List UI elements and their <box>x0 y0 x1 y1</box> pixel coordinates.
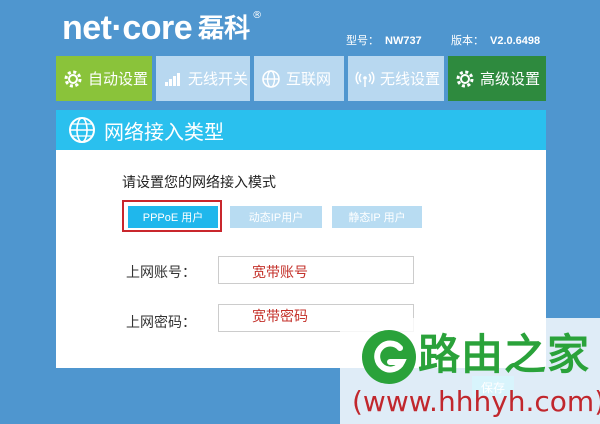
watermark: 路由之家 (www.hhhyh.com) <box>340 318 600 424</box>
brand-logo: net·core 磊科 ® <box>62 6 262 46</box>
dynamic-ip-mode-button[interactable]: 动态IP用户 <box>230 206 322 228</box>
static-ip-mode-button[interactable]: 静态IP 用户 <box>332 206 422 228</box>
globe-icon <box>68 116 96 144</box>
panel-header: 网络接入类型 <box>56 110 546 150</box>
tab-auto-setup[interactable]: 自动设置 <box>56 56 152 101</box>
account-input[interactable] <box>218 256 414 284</box>
brand-name-en: net·core <box>62 9 193 47</box>
version-label: 版本： <box>451 35 484 47</box>
gear-icon <box>454 68 476 90</box>
model-info: 型号： NW737 <box>346 32 422 48</box>
tab-advanced-settings[interactable]: 高级设置 <box>448 56 546 101</box>
mode-prompt: 请设置您的网络接入模式 <box>122 175 276 191</box>
tab-label: 自动设置 <box>88 70 149 88</box>
version-info: 版本： V2.0.6498 <box>451 32 540 48</box>
tab-wireless-settings[interactable]: 无线设置 <box>348 56 444 101</box>
tab-label: 互联网 <box>286 70 332 88</box>
account-hint: 宽带账号 <box>252 265 308 281</box>
main-nav: 自动设置 无线开关 互联网 无线设置 高级设置 <box>56 56 546 101</box>
tab-internet[interactable]: 互联网 <box>254 56 344 101</box>
version-value: V2.0.6498 <box>490 35 541 47</box>
model-label: 型号： <box>346 35 379 47</box>
password-hint: 宽带密码 <box>252 309 308 325</box>
password-label: 上网密码： <box>126 315 196 331</box>
account-label: 上网账号： <box>126 265 196 281</box>
tab-wireless-switch[interactable]: 无线开关 <box>156 56 250 101</box>
brand-name-cn: 磊科 <box>198 14 251 44</box>
signal-bars-icon <box>162 68 184 90</box>
watermark-text: 路由之家 <box>418 330 591 379</box>
model-value: NW737 <box>385 35 422 47</box>
registered-mark: ® <box>252 10 263 21</box>
watermark-url: (www.hhhyh.com) <box>352 385 600 418</box>
router-home-logo-icon <box>360 328 418 386</box>
pppoe-mode-button[interactable]: PPPoE 用户 <box>128 206 218 228</box>
globe-icon <box>260 68 282 90</box>
tab-label: 无线开关 <box>188 70 249 88</box>
panel-title: 网络接入类型 <box>104 119 224 144</box>
gear-icon <box>62 68 84 90</box>
tab-label: 无线设置 <box>380 70 441 88</box>
tab-label: 高级设置 <box>480 70 541 88</box>
wireless-icon <box>354 68 376 90</box>
